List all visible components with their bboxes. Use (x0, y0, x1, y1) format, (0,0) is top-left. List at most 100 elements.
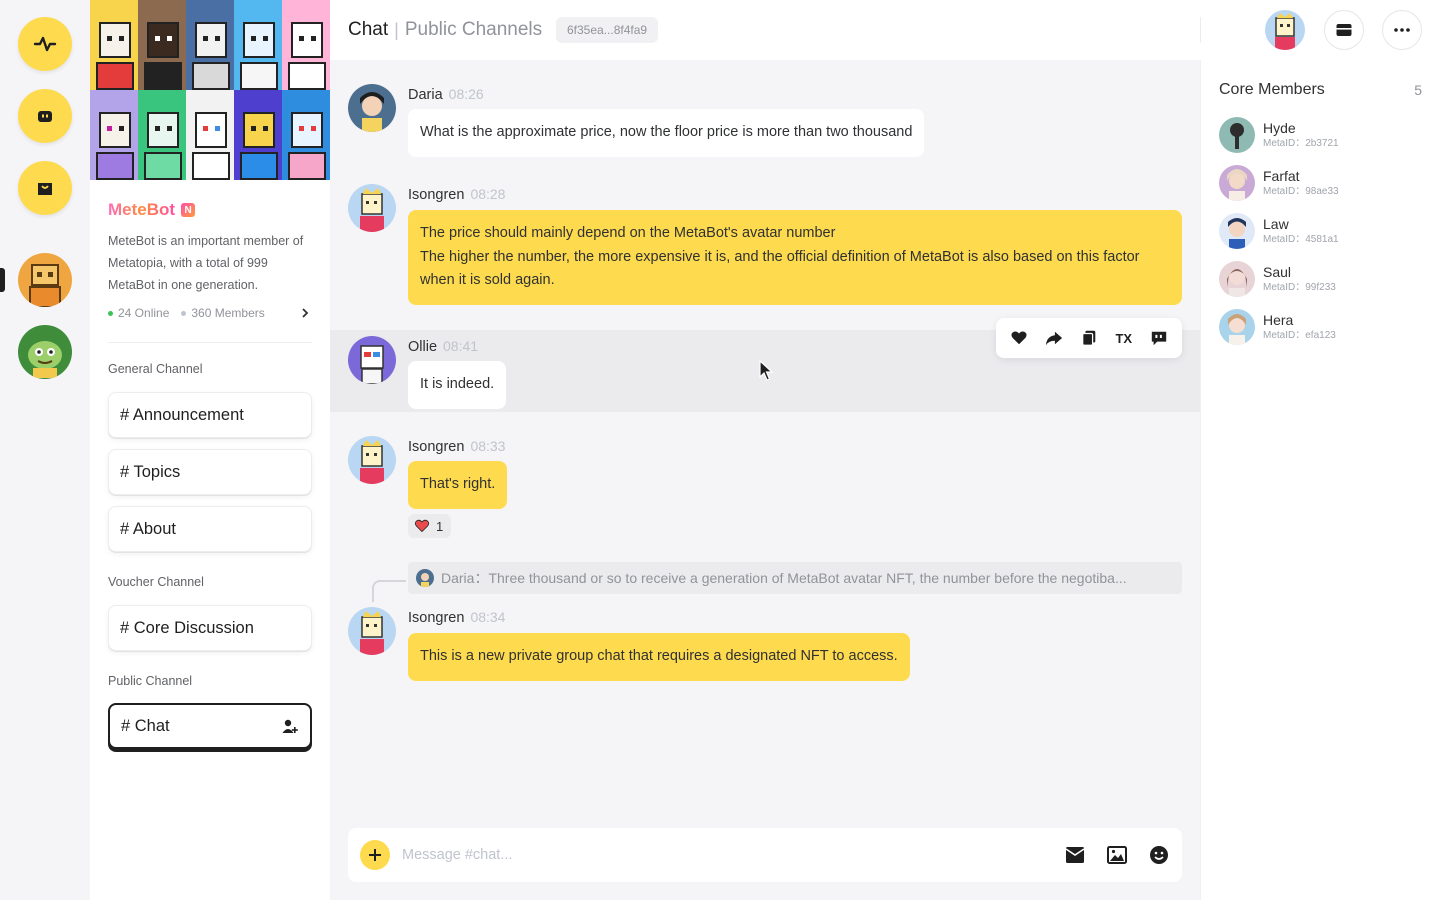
message-time: 08:33 (470, 438, 506, 454)
core-members-title: Core Members (1219, 81, 1325, 98)
message-bubble: It is indeed. (408, 361, 507, 409)
envelope-icon (1065, 847, 1085, 863)
core-members-count: 5 (1414, 82, 1422, 98)
message-author: Isongren 08:33 (408, 438, 505, 455)
channel-about[interactable]: # About (108, 506, 312, 552)
message-bubble: That's right. (408, 461, 508, 509)
message-bubble: The price should mainly depend on the Me… (408, 210, 1182, 305)
message-text: The higher the number, the more expensiv… (420, 248, 1140, 289)
member-metaid: MetaID：2b3721 (1263, 138, 1339, 149)
emoji-button[interactable] (1148, 844, 1170, 866)
online-count-label: 24 Online (118, 306, 170, 320)
bot-face-icon (38, 111, 52, 122)
message-avatar[interactable] (348, 84, 396, 132)
message-avatar[interactable] (348, 607, 396, 655)
bot-button[interactable] (18, 89, 72, 143)
user-avatar[interactable] (1265, 10, 1305, 50)
forward-button[interactable] (1043, 327, 1065, 349)
member-metaid: MetaID：99f233 (1263, 282, 1336, 293)
message-bubble: What is the approximate price, now the f… (408, 109, 925, 157)
channel-label: # Chat (121, 716, 170, 735)
member-avatar (1219, 309, 1255, 345)
copy-button[interactable] (1078, 327, 1100, 349)
message-input[interactable] (402, 847, 1044, 863)
channel-group-title-public: Public Channel (108, 674, 193, 688)
shopping-bag-icon (38, 183, 52, 195)
green-character-community-avatar[interactable] (18, 325, 72, 379)
emoji-icon (1150, 846, 1168, 864)
message-avatar[interactable] (348, 336, 396, 384)
member-item[interactable]: Farfat MetaID：98ae33 (1219, 165, 1429, 201)
activity-button[interactable] (18, 17, 72, 71)
channel-sidebar: MeteBot N MeteBot is an important member… (90, 0, 330, 900)
channel-subtitle: Public Channels (404, 19, 543, 40)
member-item[interactable]: Law MetaID：4581a1 (1219, 213, 1429, 249)
community-name: MeteBot (108, 200, 176, 219)
red-heart-icon (414, 519, 430, 533)
channel-id-chip[interactable]: 6f35ea...8f4fa9 (556, 17, 659, 43)
member-avatar (1219, 213, 1255, 249)
active-community-indicator (0, 268, 5, 292)
message-author: Isongren 08:28 (408, 186, 505, 203)
more-horizontal-icon (1394, 28, 1410, 32)
more-options-button[interactable] (1382, 10, 1422, 50)
nft-badge-icon: N (181, 203, 196, 217)
message-text: This is a new private group chat that re… (420, 648, 898, 664)
core-members-panel: Core Members 5 Hyde MetaID：2b3721 Farfat M… (1200, 60, 1440, 900)
message-avatar[interactable] (348, 436, 396, 484)
member-item[interactable]: Hyde MetaID：2b3721 (1219, 117, 1429, 153)
online-count: 24 Online (108, 306, 169, 320)
chevron-right-icon[interactable] (298, 306, 312, 320)
message-text: What is the approximate price, now the f… (420, 124, 913, 140)
message-composer (348, 828, 1182, 882)
red-packet-button[interactable] (1064, 844, 1086, 866)
channel-core-discussion[interactable]: # Core Discussion (108, 605, 312, 651)
community-banner (90, 0, 330, 180)
message-author: Ollie 08:41 (408, 338, 478, 355)
image-upload-button[interactable] (1106, 844, 1128, 866)
channel-chat[interactable]: # Chat (108, 703, 312, 749)
member-item[interactable]: Hera MetaID：efa123 (1219, 309, 1429, 345)
channel-announcement[interactable]: # Announcement (108, 392, 312, 438)
member-item[interactable]: Saul MetaID：99f233 (1219, 261, 1429, 297)
message-text: The price should mainly depend on the Me… (420, 225, 836, 241)
quoted-message[interactable]: Daria：Three thousand or so to receive a … (408, 562, 1182, 594)
reaction-chip[interactable]: 1 (408, 514, 452, 538)
plus-icon (369, 849, 381, 861)
message-bubble: This is a new private group chat that re… (408, 633, 910, 681)
wallet-button[interactable] (1324, 10, 1364, 50)
mouse-cursor-icon (759, 360, 774, 381)
member-name: Hyde (1263, 120, 1296, 136)
member-name: Law (1263, 216, 1289, 232)
quote-reply-button[interactable] (1148, 327, 1170, 349)
channel-label: # Core Discussion (120, 618, 254, 637)
channel-label: # Topics (120, 462, 181, 481)
attach-plus-button[interactable] (360, 840, 390, 870)
image-icon (1107, 846, 1127, 864)
forward-icon (1046, 331, 1063, 346)
message-avatar[interactable] (348, 184, 396, 232)
message-time: 08:41 (443, 338, 479, 354)
header-divider (1200, 17, 1201, 43)
author-name: Isongren (408, 610, 465, 626)
channel-topics[interactable]: # Topics (108, 449, 312, 495)
member-count-label: 360 Members (191, 306, 265, 320)
quote-icon (1151, 331, 1166, 346)
community-stats[interactable]: 24 Online 360 Members (108, 306, 312, 320)
member-avatar (1219, 261, 1255, 297)
like-button[interactable] (1008, 327, 1030, 349)
member-metaid: MetaID：4581a1 (1263, 234, 1339, 245)
channel-label: # Announcement (120, 405, 244, 424)
message-author: Isongren 08:34 (408, 609, 505, 626)
heart-icon (1011, 331, 1027, 345)
add-member-icon[interactable] (281, 717, 299, 735)
member-avatar (1219, 117, 1255, 153)
member-count: 360 Members (181, 306, 265, 320)
tx-button[interactable]: TX (1113, 327, 1135, 349)
member-name: Farfat (1263, 168, 1300, 184)
author-name: Isongren (408, 187, 465, 203)
message-text: That's right. (420, 476, 496, 492)
reply-connector (372, 580, 406, 602)
metebot-community-avatar[interactable] (18, 253, 72, 307)
shop-button[interactable] (18, 161, 72, 215)
